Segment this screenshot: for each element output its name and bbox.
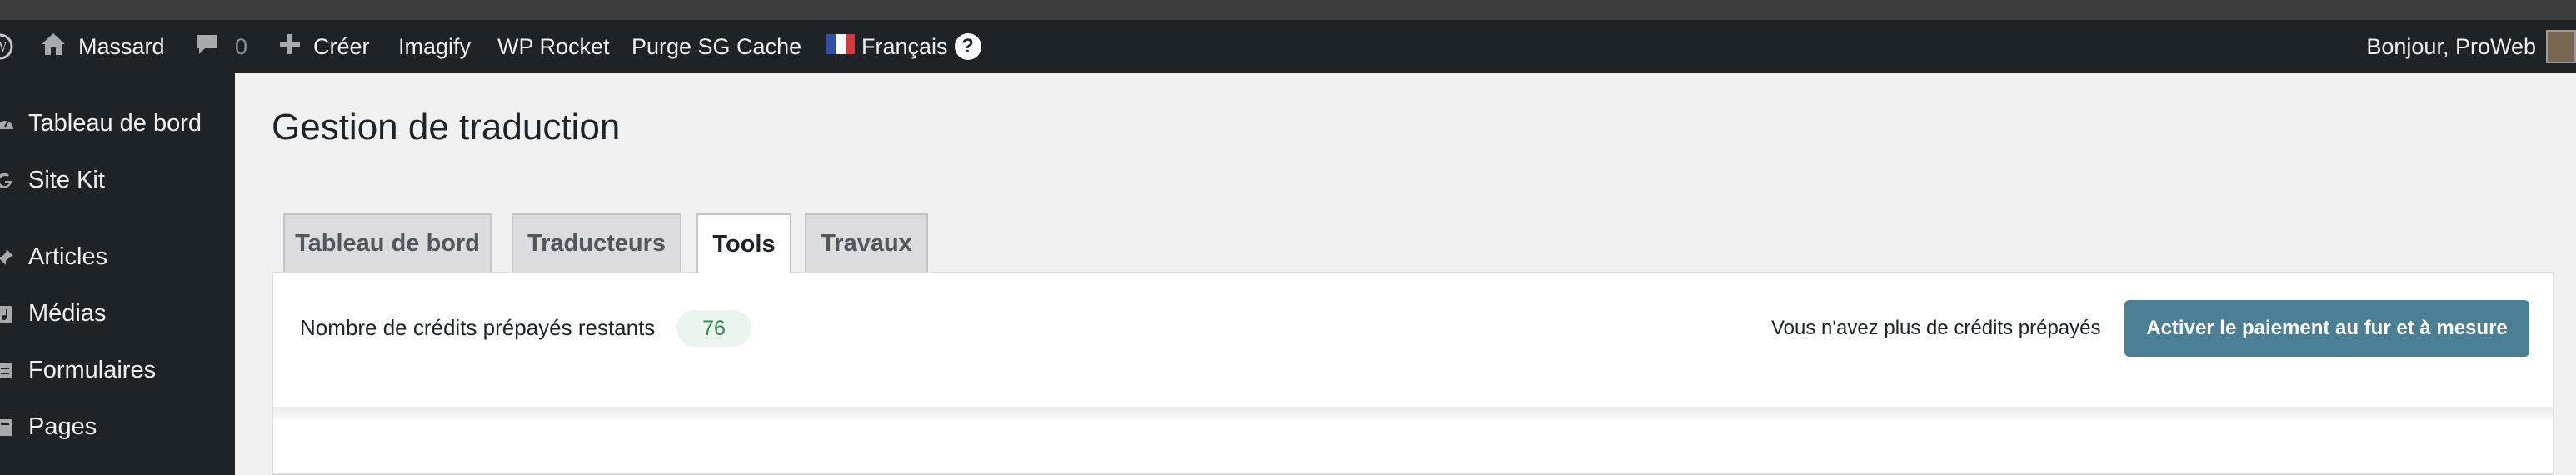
page-title: Gestion de traduction (272, 107, 621, 148)
tab-label: Tools (712, 230, 776, 258)
comments-link[interactable]: 0 (195, 20, 247, 73)
pin-icon (0, 247, 15, 267)
tab-translators[interactable]: Traducteurs (512, 213, 681, 272)
sidebar-item-label: Site Kit (28, 166, 105, 193)
tab-label: Traducteurs (527, 229, 666, 257)
comments-count: 0 (235, 33, 248, 59)
sidebar-item-label: Tableau de bord (28, 109, 202, 137)
new-content-link[interactable]: Créer (278, 20, 370, 73)
french-flag-icon (826, 33, 855, 60)
browser-top-strip (0, 0, 2576, 20)
imagify-label: Imagify (398, 33, 472, 59)
site-name-link[interactable]: Massard (40, 20, 165, 73)
wp-rocket-link[interactable]: WP Rocket (497, 20, 610, 73)
admin-sidebar: Tableau de bord Site Kit Articles Médias… (0, 73, 235, 475)
credits-count-badge: 76 (676, 310, 751, 347)
help-icon[interactable]: ? (954, 33, 981, 60)
sidebar-item-label: Pages (28, 412, 97, 440)
purge-cache-label: Purge SG Cache (632, 33, 802, 59)
tab-label: Tableau de bord (295, 229, 480, 257)
new-label: Créer (313, 33, 370, 59)
home-icon (40, 32, 67, 62)
svg-text:W: W (0, 39, 7, 55)
enable-pay-as-you-go-button[interactable]: Activer le paiement au fur et à mesure (2124, 300, 2529, 357)
language-label: Français (861, 33, 948, 59)
credits-label: Nombre de crédits prépayés restants (300, 315, 656, 340)
media-icon (0, 303, 15, 323)
language-switcher[interactable]: Français ? (826, 20, 981, 73)
dashboard-icon (0, 113, 15, 133)
google-g-icon (0, 170, 15, 190)
greeting-label: Bonjour, ProWeb (2366, 33, 2536, 59)
account-menu[interactable]: Bonjour, ProWeb (2366, 20, 2536, 73)
sidebar-item-label: Médias (28, 299, 107, 327)
comment-icon (195, 32, 220, 62)
wp-rocket-label: WP Rocket (497, 33, 610, 59)
plus-icon (278, 32, 302, 62)
admin-bar: W Massard 0 Créer Imagify WP Rocket Purg… (0, 20, 2576, 73)
no-credits-message: Vous n'avez plus de crédits prépayés (1771, 317, 2101, 339)
tab-label: Travaux (821, 229, 912, 257)
tab-tools[interactable]: Tools (696, 213, 791, 273)
panel-divider (273, 407, 2553, 418)
sidebar-item-label: Articles (28, 242, 108, 270)
sidebar-item-label: Formulaires (28, 356, 157, 383)
avatar[interactable] (2546, 30, 2576, 63)
tab-dashboard[interactable]: Tableau de bord (283, 213, 492, 272)
forms-icon (0, 360, 15, 380)
imagify-link[interactable]: Imagify (398, 20, 471, 73)
site-name: Massard (78, 33, 165, 59)
page-icon (0, 417, 15, 437)
wordpress-logo-icon[interactable]: W (0, 20, 13, 73)
purge-cache-link[interactable]: Purge SG Cache (632, 20, 801, 73)
tab-jobs[interactable]: Travaux (805, 213, 928, 272)
credits-panel: Nombre de crédits prépayés restants 76 V… (272, 272, 2554, 475)
